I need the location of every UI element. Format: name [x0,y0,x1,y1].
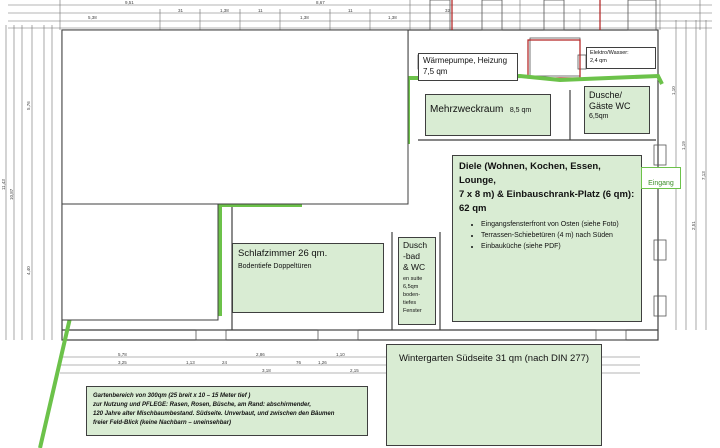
room-wintergarten: Wintergarten Südseite 31 qm (nach DIN 27… [386,344,602,446]
room-duschbad-sub: en suite [403,276,423,282]
dim-top-9: 1,38 [388,15,397,20]
dimension-ticks-top [59,0,701,30]
dim-bottom-3: 1,10 [336,352,345,357]
dim-bottom-1: 5,78 [118,352,127,357]
dimension-lines-top [8,4,712,29]
dim-top-4: 31 [178,8,184,13]
building-block-left-lower [61,203,219,321]
room-wintergarten-label: Wintergarten Südseite 31 qm (nach DIN 27… [398,353,590,364]
dim-left-4: 4,40 [26,266,31,275]
room-duschbad-sub: 6,5qm [403,284,419,290]
dim-bottom-8: 24 [222,360,228,365]
room-elektro-area: 2,4 qm [590,58,607,64]
room-elektro-label: Elektro/Wasser: [590,50,629,56]
dim-top-1: 9,51 [125,0,134,5]
dim-top-7: 1,38 [300,15,309,20]
room-duschbad-sub: Fenster [403,308,422,314]
room-waermepumpe-label: Wärmepumpe, Heizung [423,56,508,65]
room-schlafzimmer-label: Schlafzimmer 26 qm. [238,248,328,259]
dim-bottom-9: 1,26 [318,360,327,365]
room-elektro: Elektro/Wasser: 2,4 qm [586,47,656,69]
dim-right-1: 1,10 [671,86,676,95]
room-mehrzweck-area: 8,5 qm [509,107,532,114]
garden-note: Gartenbereich von 300qm (25 breit x 10 –… [86,386,368,436]
room-diele-bullets: Eingangsfensterfront von Osten (siehe Fo… [459,219,635,252]
room-dusche-gaeste-area: 6,5qm [589,113,609,120]
dim-bottom-2: 2,86 [256,352,265,357]
room-diele-bullet: Terrassen-Schiebetüren (4 m) nach Süden [481,230,635,241]
garden-line: freier Feld-Blick (keine Nachbarn – unei… [93,420,232,426]
room-diele-line2: 7 x 8 m) & Einbauschrank-Platz (6 qm): [459,189,635,200]
room-mehrzweck-label: Mehrzweckraum [430,104,504,115]
room-eingang-label: Eingang [648,180,674,187]
room-dusche-gaeste: Dusche/ Gäste WC 6,5qm [584,86,650,134]
room-waermepumpe-area: 7,5 qm [423,67,448,76]
dim-bottom-7: 3,18 [262,368,271,373]
dim-left-2: 10,87 [9,188,14,200]
room-duschbad-title: Dusch [403,240,428,250]
garden-line: zur Nutzung und PFLEGE: Rasen, Rosen, Bü… [93,402,312,408]
dim-right-4: 7,13 [701,171,706,180]
dim-right-2: 1,19 [681,141,686,150]
dim-top-6: 11 [258,8,263,13]
dimension-lines-left [5,25,53,340]
room-diele: Diele (Wohnen, Kochen, Essen, Lounge, 7 … [452,155,642,322]
dim-bottom-5: 3,25 [118,360,127,365]
room-duschbad: Dusch -bad & WC en suite 6,5qm boden- ti… [398,237,436,325]
room-diele-line1: Diele (Wohnen, Kochen, Essen, Lounge, [459,161,601,186]
room-waermepumpe: Wärmepumpe, Heizung 7,5 qm [418,53,518,81]
room-diele-bullet: Einbauküche (siehe PDF) [481,241,635,252]
room-dusche-gaeste-line2: Gäste WC [589,101,631,111]
room-dusche-gaeste-line1: Dusche/ [589,90,623,100]
garden-line: 120 Jahre alter Mischbaumbestand. Südsei… [93,411,335,417]
dim-top-3: 5,38 [88,15,97,20]
garden-line: Gartenbereich von 300qm (25 breit x 10 –… [93,393,251,399]
room-schlafzimmer-sub: Bodentiefe Doppeltüren [238,263,312,270]
room-duschbad-sub: tiefes [403,300,417,306]
room-duschbad-sub: boden- [403,292,421,298]
room-duschbad-title: -bad [403,251,421,261]
dim-top-8: 11 [348,8,353,13]
dim-bottom-6: 1,13 [186,360,195,365]
room-schlafzimmer: Schlafzimmer 26 qm. Bodentiefe Doppeltür… [232,243,384,313]
room-diele-line3: 62 qm [459,203,487,214]
building-block-left-upper [61,29,409,205]
dim-right-3: 2,51 [691,221,696,230]
dim-bottom-10: 76 [296,360,302,365]
room-eingang: Eingang [641,167,681,189]
dim-left-1: 11,43 [1,179,6,190]
room-diele-bullet: Eingangsfensterfront von Osten (siehe Fo… [481,219,635,230]
dim-top-5: 1,38 [220,8,229,13]
dim-top-2: 8,67 [316,0,325,5]
dim-left-3: 5,76 [26,101,31,110]
room-duschbad-title: & WC [403,262,426,272]
room-mehrzweck: Mehrzweckraum 8,5 qm [425,94,551,136]
dim-bottom-11: 2,15 [350,368,359,373]
